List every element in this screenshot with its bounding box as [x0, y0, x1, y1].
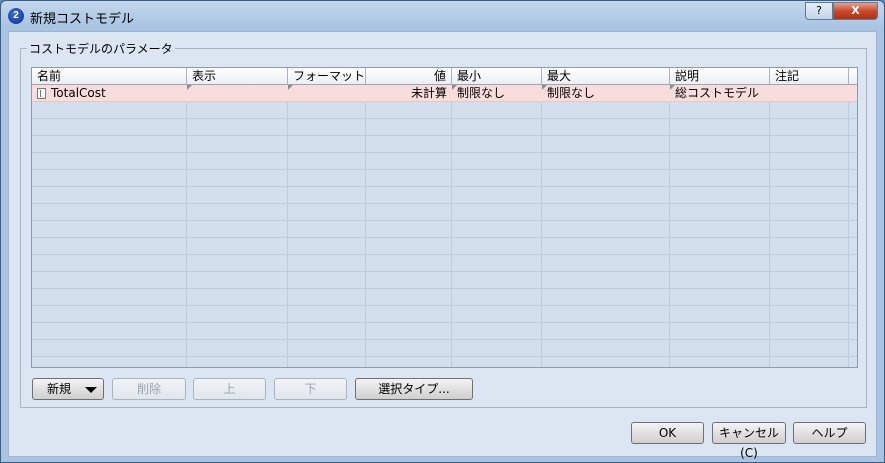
parameters-table[interactable]: 名前 表示 フォーマット 値 最小 最大 説明 注記 TotalCost 未計算… — [31, 67, 858, 368]
column-divider — [365, 85, 366, 367]
title-bar[interactable]: 2 新規コストモデル ? X — [1, 1, 884, 31]
cell-display[interactable] — [187, 85, 288, 101]
column-divider — [769, 85, 770, 367]
column-header-max[interactable]: 最大 — [542, 68, 670, 84]
move-up-button[interactable]: 上 — [193, 378, 266, 400]
window-title: 新規コストモデル — [30, 12, 135, 27]
triangle-marker-icon — [542, 85, 547, 90]
cell-note[interactable] — [770, 85, 849, 101]
triangle-marker-icon — [288, 85, 293, 90]
parameters-group-label: コストモデルのパラメータ — [27, 40, 175, 57]
titlebar-close-button[interactable]: X — [833, 2, 878, 20]
delete-button[interactable]: 削除 — [112, 378, 186, 400]
column-divider — [669, 85, 670, 367]
move-down-button[interactable]: 下 — [274, 378, 347, 400]
titlebar-help-button[interactable]: ? — [805, 2, 833, 20]
column-header-min[interactable]: 最小 — [452, 68, 542, 84]
dialog-client-area: コストモデルのパラメータ 名前 表示 フォーマット 値 最小 最大 説明 注記 — [8, 31, 877, 460]
help-button[interactable]: ヘルプ — [793, 422, 866, 444]
table-row[interactable]: TotalCost 未計算 制限なし 制限なし 総コストモデル — [32, 85, 857, 102]
triangle-marker-icon — [670, 85, 675, 90]
cell-min[interactable]: 制限なし — [452, 85, 542, 101]
column-divider — [186, 85, 187, 367]
cell-value[interactable]: 未計算 — [366, 85, 452, 101]
column-header-note[interactable]: 注記 — [770, 68, 849, 84]
cell-name[interactable]: TotalCost — [32, 85, 187, 101]
column-divider — [848, 85, 849, 367]
column-divider — [451, 85, 452, 367]
cell-name-text: TotalCost — [51, 86, 106, 100]
cell-max[interactable]: 制限なし — [542, 85, 670, 101]
column-header-display[interactable]: 表示 — [187, 68, 288, 84]
triangle-marker-icon — [452, 85, 457, 90]
dialog-window: 2 新規コストモデル ? X コストモデルのパラメータ 名前 表示 フォーマット… — [0, 0, 885, 463]
triangle-marker-icon — [187, 85, 192, 90]
cell-min-text: 制限なし — [457, 86, 506, 100]
new-button-label: 新規 — [47, 382, 72, 396]
parameters-group: コストモデルのパラメータ 名前 表示 フォーマット 値 最小 最大 説明 注記 — [20, 40, 867, 408]
column-divider — [541, 85, 542, 367]
column-header-value[interactable]: 値 — [366, 68, 452, 84]
cell-max-text: 制限なし — [547, 86, 596, 100]
column-header-format[interactable]: フォーマット — [288, 68, 366, 84]
cancel-button[interactable]: キャンセル(C) — [712, 422, 786, 460]
column-header-name[interactable]: 名前 — [32, 68, 187, 84]
ok-button[interactable]: OK — [631, 422, 704, 444]
new-dropdown-button[interactable]: 新規 — [32, 378, 104, 400]
cell-description[interactable]: 総コストモデル — [670, 85, 770, 101]
column-divider — [287, 85, 288, 367]
dropdown-arrow-icon — [85, 387, 97, 393]
parameter-icon — [37, 88, 46, 99]
table-header: 名前 表示 フォーマット 値 最小 最大 説明 注記 — [32, 68, 857, 85]
cell-format[interactable] — [288, 85, 366, 101]
table-body — [32, 85, 857, 367]
app-icon: 2 — [8, 8, 24, 24]
select-type-button[interactable]: 選択タイプ... — [355, 378, 473, 400]
column-header-description[interactable]: 説明 — [670, 68, 770, 84]
cell-description-text: 総コストモデル — [675, 86, 760, 100]
